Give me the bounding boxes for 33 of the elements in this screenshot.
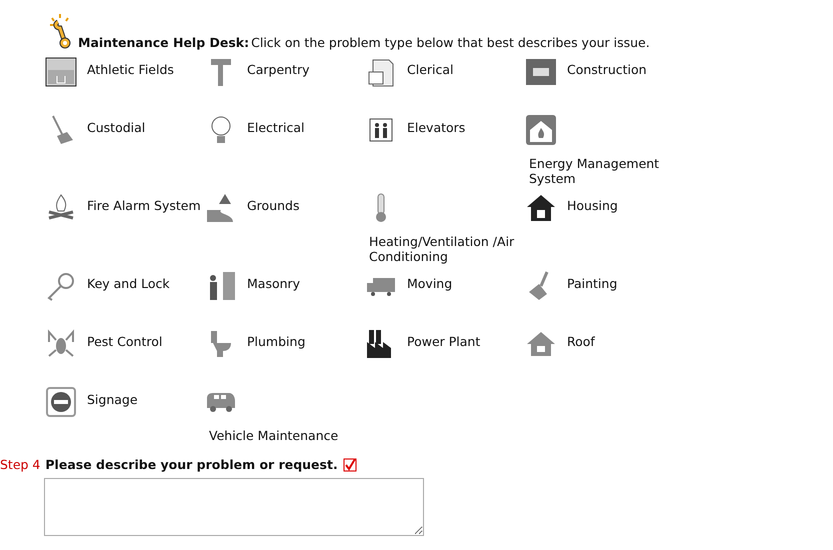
- checkmark-icon: [342, 458, 357, 472]
- problem-type-link[interactable]: Elevators: [407, 114, 466, 135]
- instruction-text: Click on the problem type below that best describes your issue.: [251, 35, 650, 50]
- key-icon[interactable]: [45, 270, 77, 302]
- description-field[interactable]: [44, 478, 424, 536]
- problem-type-link[interactable]: Carpentry: [247, 56, 310, 77]
- problem-type-link[interactable]: Vehicle Maintenance: [205, 428, 338, 443]
- help-desk-title: Maintenance Help Desk:: [78, 35, 250, 50]
- problem-type-link[interactable]: Roof: [567, 328, 595, 349]
- problem-type-link[interactable]: Clerical: [407, 56, 454, 77]
- problem-type-link[interactable]: Painting: [567, 270, 618, 291]
- problem-type-link[interactable]: Custodial: [87, 114, 146, 135]
- problem-type-link[interactable]: Grounds: [247, 192, 300, 213]
- problem-type-link[interactable]: Pest Control: [87, 328, 162, 349]
- problem-type-link[interactable]: Plumbing: [247, 328, 306, 349]
- problem-type-link[interactable]: Masonry: [247, 270, 300, 291]
- problem-type-link[interactable]: Signage: [87, 386, 138, 407]
- problem-type-link[interactable]: Housing: [567, 192, 618, 213]
- problem-type-link[interactable]: Key and Lock: [87, 270, 170, 291]
- problem-type-link[interactable]: Electrical: [247, 114, 304, 135]
- problem-type-link[interactable]: Energy Management System: [525, 156, 685, 186]
- problem-type-link[interactable]: Athletic Fields: [87, 56, 174, 77]
- problem-type-link[interactable]: Construction: [567, 56, 647, 77]
- question-label: Please describe your problem or request.: [45, 457, 338, 472]
- house-flame-icon[interactable]: [525, 114, 557, 146]
- house-icon[interactable]: [525, 192, 557, 224]
- no-entry-icon[interactable]: [45, 386, 77, 418]
- problem-type-link[interactable]: Heating/Ventilation /Air Conditioning: [365, 234, 525, 264]
- problem-type-link[interactable]: Power Plant: [407, 328, 480, 349]
- field-icon[interactable]: [45, 56, 77, 88]
- problem-type-link[interactable]: Fire Alarm System: [87, 192, 201, 213]
- problem-type-link[interactable]: Moving: [407, 270, 452, 291]
- step-label: Step 4: [0, 457, 40, 472]
